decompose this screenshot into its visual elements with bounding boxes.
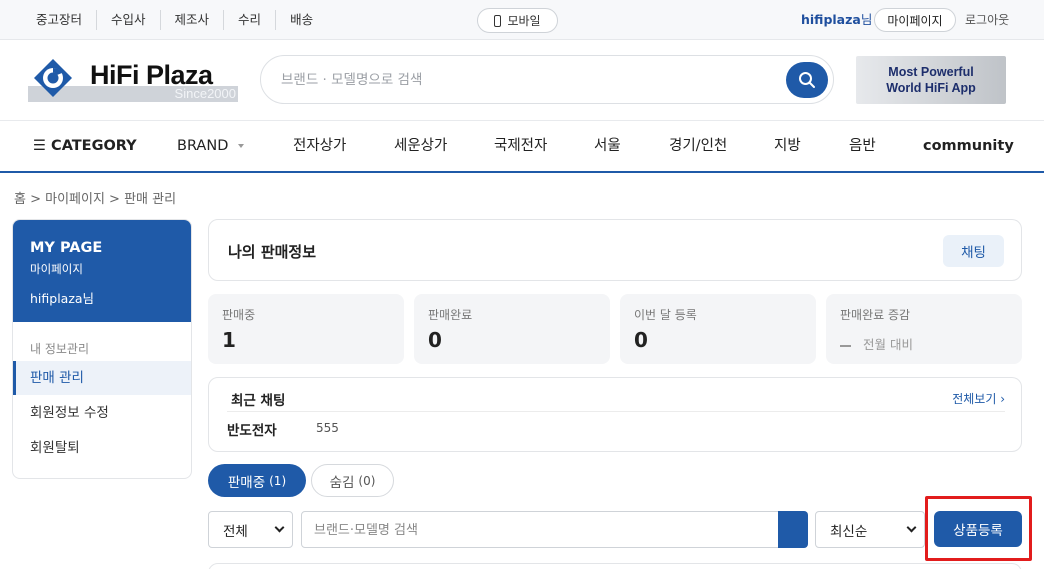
- stat-label: 판매완료 증감: [840, 308, 911, 322]
- divider: [227, 411, 1005, 412]
- top-utility-bar: 중고장터 수입사 제조사 수리 배송 모바일 hifiplaza님 마이페이지 …: [0, 0, 1044, 40]
- mobile-button-label: 모바일: [507, 14, 541, 28]
- user-suffix: 님: [860, 12, 873, 27]
- stat-on-sale: 판매중 1: [208, 294, 404, 364]
- chevron-down-icon: [238, 144, 245, 148]
- sidebar-section-label: 내 정보관리: [30, 342, 90, 356]
- nav-item-gukje[interactable]: 국제전자: [494, 121, 547, 172]
- stat-label: 이번 달 등록: [634, 308, 697, 322]
- user-greeting[interactable]: hifiplaza님: [801, 0, 872, 40]
- stat-sold: 판매완료 0: [414, 294, 610, 364]
- app-banner[interactable]: Most Powerful World HiFi App: [856, 56, 1006, 104]
- tab-count: (0): [358, 473, 376, 488]
- sales-info-title: 나의 판매정보: [228, 243, 317, 261]
- product-list-card: [208, 563, 1022, 569]
- list-search-button[interactable]: [778, 511, 808, 548]
- sidebar-item-sales-management[interactable]: 판매 관리: [13, 361, 191, 395]
- logo-text: HiFi Plaza: [90, 60, 213, 90]
- user-name: hifiplaza: [801, 12, 861, 27]
- main-navigation: ☰ CATEGORY BRAND 전자상가 세운상가 국제전자 서울 경기/인천…: [0, 120, 1044, 173]
- banner-line-1: Most Powerful: [888, 65, 974, 79]
- stat-compare-text: 전월 대비: [863, 337, 913, 352]
- dash-icon: [840, 344, 851, 347]
- top-link-used-market[interactable]: 중고장터: [22, 10, 98, 30]
- top-link-shipping[interactable]: 배송: [276, 10, 327, 30]
- stat-label: 판매중: [222, 308, 256, 322]
- mypage-sidebar: MY PAGE 마이페이지 hifiplaza님 내 정보관리 판매 관리 회원…: [12, 219, 192, 479]
- recent-chat-card: 최근 채팅 전체보기 › 반도전자 555: [208, 377, 1022, 452]
- stat-value: 1: [222, 328, 236, 352]
- mobile-button[interactable]: 모바일: [477, 8, 558, 33]
- tab-hidden[interactable]: 숨김 (0): [311, 464, 394, 497]
- nav-item-region[interactable]: 지방: [774, 121, 801, 172]
- phone-icon: [494, 14, 502, 27]
- sales-info-card: 나의 판매정보 채팅: [208, 219, 1022, 281]
- sidebar-user: hifiplaza님: [30, 291, 95, 306]
- nav-item-sewoon[interactable]: 세운상가: [394, 121, 447, 172]
- chevron-down-icon: [274, 522, 285, 533]
- status-filter-select[interactable]: 전체: [208, 511, 293, 548]
- chat-button[interactable]: 채팅: [943, 235, 1004, 267]
- banner-line-2: World HiFi App: [886, 81, 976, 95]
- status-filter-value: 전체: [223, 523, 248, 540]
- nav-brand-label: BRAND: [177, 138, 229, 154]
- stat-value: 0: [428, 328, 442, 352]
- recent-chat-title: 최근 채팅: [231, 393, 286, 409]
- sidebar-title: MY PAGE: [30, 240, 103, 256]
- stat-sold-change: 판매완료 증감 전월 대비: [826, 294, 1022, 364]
- tab-label: 판매중: [227, 474, 266, 491]
- chevron-down-icon: [906, 522, 917, 533]
- top-link-manufacturer[interactable]: 제조사: [161, 10, 225, 30]
- list-search-box: [301, 511, 808, 548]
- logout-link[interactable]: 로그아웃: [965, 0, 1009, 40]
- nav-item-electronics-mall[interactable]: 전자상가: [293, 121, 346, 172]
- sidebar-item-edit-profile[interactable]: 회원정보 수정: [13, 396, 191, 430]
- register-product-button[interactable]: 상품등록: [934, 511, 1022, 547]
- sidebar-subtitle: 마이페이지: [30, 262, 83, 276]
- stat-compare: 전월 대비: [840, 334, 913, 353]
- stat-value: 0: [634, 328, 648, 352]
- tab-label: 숨김: [329, 474, 355, 491]
- breadcrumb: 홈 > 마이페이지 > 판매 관리: [14, 192, 177, 207]
- sort-value: 최신순: [830, 523, 868, 540]
- chat-partner-name[interactable]: 반도전자: [227, 419, 277, 439]
- nav-item-seoul[interactable]: 서울: [594, 121, 621, 172]
- top-link-repair[interactable]: 수리: [224, 10, 277, 30]
- mypage-button[interactable]: 마이페이지: [874, 8, 956, 32]
- tab-count: (1): [269, 473, 287, 488]
- sidebar-item-withdraw[interactable]: 회원탈퇴: [13, 431, 191, 465]
- main-search-input[interactable]: [281, 68, 761, 92]
- chat-last-message[interactable]: 555: [316, 421, 339, 435]
- top-link-importer[interactable]: 수입사: [97, 10, 161, 30]
- logo-mark-icon: [34, 59, 72, 97]
- nav-brand[interactable]: BRAND: [177, 121, 245, 172]
- nav-item-community[interactable]: community: [923, 121, 1014, 172]
- list-search-input[interactable]: [314, 520, 774, 540]
- main-search-box: [260, 55, 834, 104]
- view-all-link[interactable]: 전체보기 ›: [952, 390, 1005, 407]
- search-icon: [799, 72, 815, 88]
- stat-registered-this-month: 이번 달 등록 0: [620, 294, 816, 364]
- sidebar-header: MY PAGE 마이페이지 hifiplaza님: [13, 220, 191, 322]
- nav-item-gyeonggi[interactable]: 경기/인천: [669, 121, 727, 172]
- tab-on-sale[interactable]: 판매중 (1): [208, 464, 306, 497]
- sort-select[interactable]: 최신순: [815, 511, 925, 548]
- top-links: 중고장터 수입사 제조사 수리 배송: [22, 0, 327, 40]
- main-search-button[interactable]: [786, 62, 828, 98]
- nav-item-records[interactable]: 음반: [849, 121, 876, 172]
- nav-category[interactable]: ☰ CATEGORY: [33, 121, 137, 172]
- stat-label: 판매완료: [428, 308, 473, 322]
- site-logo[interactable]: Since2000 HiFi Plaza: [28, 56, 238, 102]
